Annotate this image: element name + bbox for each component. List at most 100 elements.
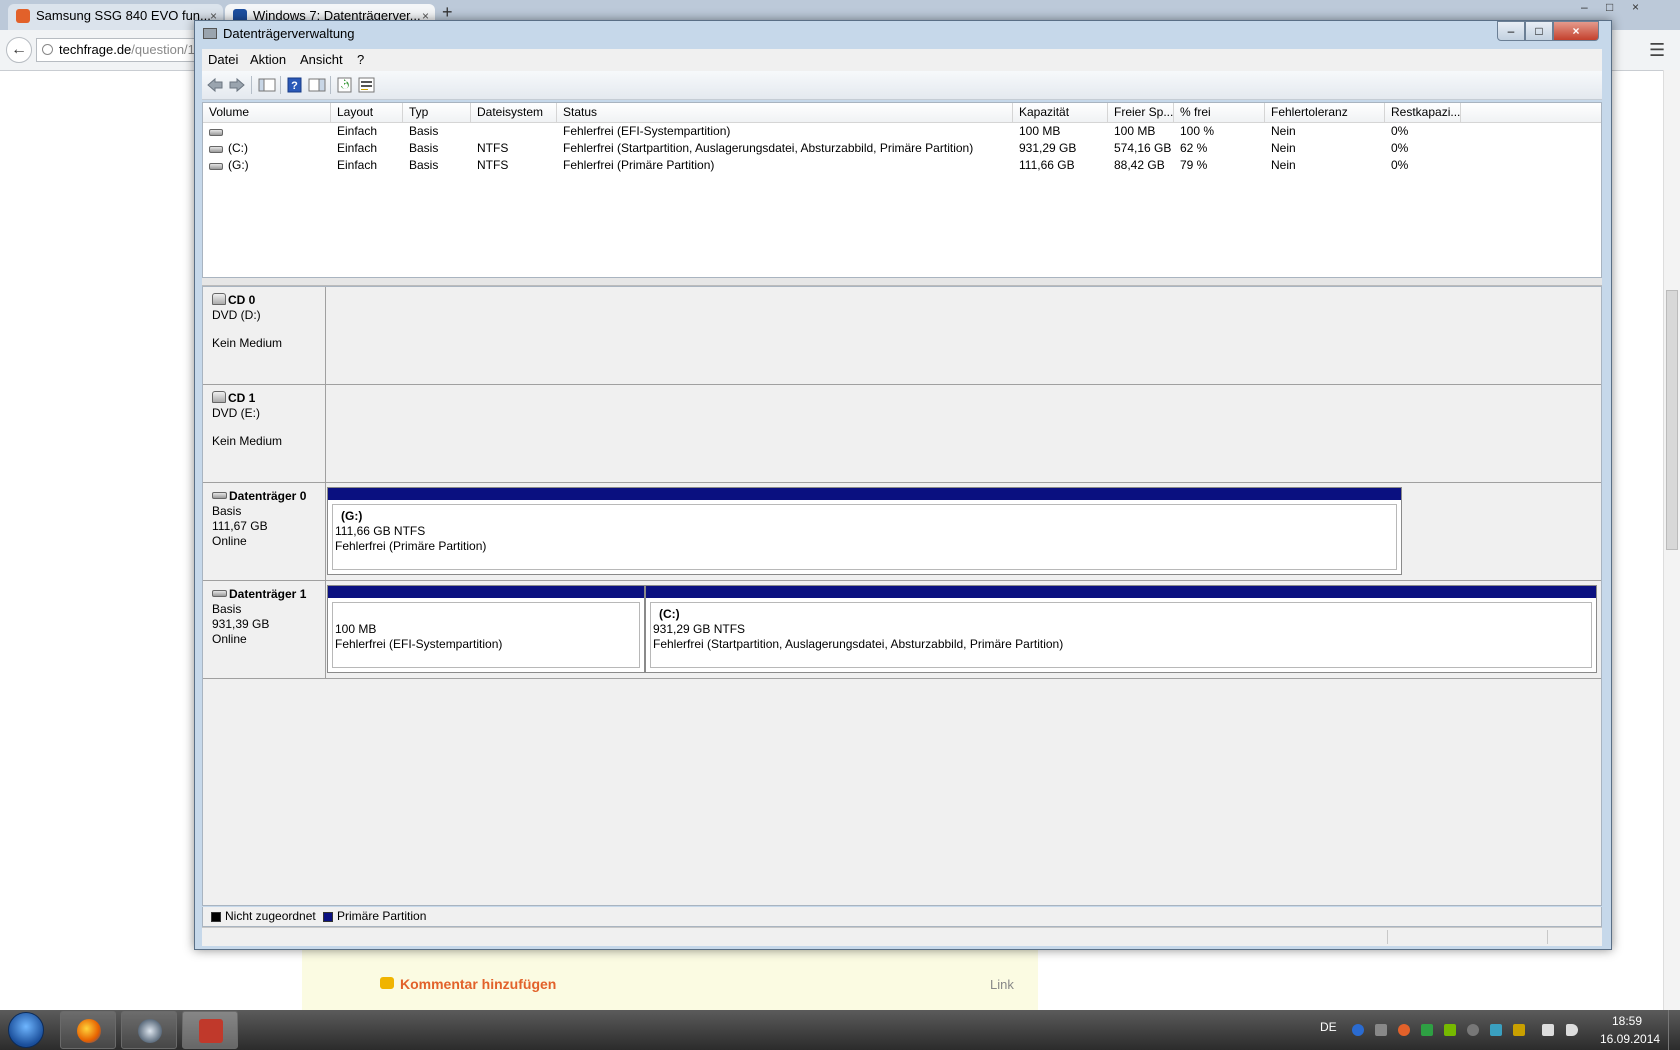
partition-body: (C:) 931,29 GB NTFS Fehlerfrei (Startpar… — [650, 602, 1592, 668]
nvidia-tray-icon[interactable] — [1444, 1024, 1456, 1036]
partition-c[interactable]: (C:) 931,29 GB NTFS Fehlerfrei (Startpar… — [645, 585, 1597, 673]
disk-area-empty — [327, 385, 1601, 482]
url-path: /question/17 — [131, 42, 203, 57]
sync-tray-icon[interactable] — [1490, 1024, 1502, 1036]
language-indicator[interactable]: DE — [1320, 1020, 1337, 1034]
filesystem-cell: NTFS — [477, 158, 509, 172]
disk-label[interactable]: Datenträger 0 Basis 111,67 GB Online — [203, 483, 326, 580]
volume-cell: (G:) — [203, 157, 331, 174]
browser-maximize-button[interactable]: □ — [1606, 0, 1613, 14]
toolbar-separator — [330, 76, 331, 94]
typ-cell: Basis — [409, 158, 439, 172]
free-space-cell: 574,16 GB — [1114, 141, 1172, 155]
back-arrow-icon[interactable] — [206, 77, 224, 93]
column-header-typ[interactable]: Typ — [403, 103, 471, 122]
percent-free-cell: 62 % — [1180, 141, 1208, 155]
column-header-prozent-frei[interactable]: % frei — [1174, 103, 1265, 122]
disk-size: 931,39 GB — [212, 617, 270, 631]
badge-tray-icon[interactable] — [1513, 1024, 1525, 1036]
menu-help[interactable]: ? — [357, 52, 364, 67]
partition-g[interactable]: (G:) 111,66 GB NTFS Fehlerfrei (Primäre … — [327, 487, 1402, 575]
disk-area-empty — [327, 287, 1601, 384]
help-icon[interactable]: ? — [286, 77, 304, 93]
settings-icon[interactable] — [358, 77, 376, 93]
permalink[interactable]: Link — [990, 977, 1014, 992]
disk-management-icon — [199, 1019, 223, 1043]
volume-row[interactable]: (C:) Einfach Basis NTFS Fehlerfrei (Star… — [203, 140, 1601, 157]
volume-icon[interactable] — [1566, 1024, 1578, 1036]
disk-label[interactable]: Datenträger 1 Basis 931,39 GB Online — [203, 581, 326, 678]
cd-drive-icon — [212, 391, 226, 403]
volume-row[interactable]: (G:) Einfach Basis NTFS Fehlerfrei (Prim… — [203, 157, 1601, 174]
g-tray-icon[interactable] — [1467, 1024, 1479, 1036]
pane-splitter[interactable] — [202, 278, 1602, 286]
column-header-restkapazitaet[interactable]: Restkapazi... — [1385, 103, 1461, 122]
column-header-volume[interactable]: Volume — [203, 103, 331, 122]
column-header-freier-speicher[interactable]: Freier Sp... — [1108, 103, 1174, 122]
start-button[interactable] — [8, 1012, 44, 1048]
volume-name: (G:) — [228, 158, 249, 172]
partition-status: Fehlerfrei (EFI-Systempartition) — [335, 637, 503, 651]
network-tray-icon[interactable] — [1352, 1024, 1364, 1036]
disk-label[interactable]: CD 0 DVD (D:) Kein Medium — [203, 287, 326, 384]
capacity-cell: 111,66 GB — [1019, 158, 1075, 172]
column-header-kapazitaet[interactable]: Kapazität — [1013, 103, 1108, 122]
disk-label[interactable]: CD 1 DVD (E:) Kein Medium — [203, 385, 326, 482]
partition-efi[interactable]: 100 MB Fehlerfrei (EFI-Systempartition) — [327, 585, 645, 673]
capacity-cell: 100 MB — [1019, 124, 1061, 138]
column-header-status[interactable]: Status — [557, 103, 1013, 122]
clock-time[interactable]: 18:59 — [1612, 1014, 1642, 1028]
disk-row-cd1: CD 1 DVD (E:) Kein Medium — [203, 385, 1601, 483]
status-separator — [1547, 930, 1548, 944]
toolbar-separator — [280, 76, 281, 94]
percent-free-cell: 79 % — [1180, 158, 1208, 172]
taskbar-app-firefox[interactable] — [60, 1011, 116, 1049]
add-comment-link[interactable]: Kommentar hinzufügen — [400, 976, 556, 992]
free-space-cell: 88,42 GB — [1114, 158, 1165, 172]
drive-icon — [209, 146, 223, 153]
action-center-icon[interactable] — [1542, 1024, 1554, 1036]
close-button[interactable]: × — [1553, 21, 1599, 41]
browser-close-button[interactable]: × — [1632, 0, 1639, 14]
browser-minimize-button[interactable]: – — [1581, 0, 1588, 14]
refresh-icon[interactable] — [336, 77, 354, 93]
browser-tab-samsung[interactable]: Samsung SSG 840 EVO fun... × — [8, 4, 223, 30]
overhead-cell: 0% — [1391, 141, 1409, 155]
show-desktop-button[interactable] — [1668, 1010, 1680, 1050]
partition-body: (G:) 111,66 GB NTFS Fehlerfrei (Primäre … — [332, 504, 1397, 570]
menu-aktion[interactable]: Aktion — [250, 52, 286, 67]
maximize-button[interactable]: □ — [1525, 21, 1553, 41]
properties-icon[interactable] — [308, 77, 326, 93]
menu-datei[interactable]: Datei — [208, 52, 238, 67]
fault-tolerance-cell: Nein — [1271, 141, 1296, 155]
back-button[interactable]: ← — [6, 37, 32, 63]
taskbar-app-disk-management[interactable] — [182, 1011, 238, 1049]
legend-label-unallocated: Nicht zugeordnet — [225, 909, 316, 923]
forward-arrow-icon[interactable] — [228, 77, 246, 93]
volume-row[interactable]: Einfach Basis Fehlerfrei (EFI-Systempart… — [203, 123, 1601, 140]
partition-status: Fehlerfrei (Primäre Partition) — [335, 539, 487, 553]
usb-tray-icon[interactable] — [1375, 1024, 1387, 1036]
minimize-button[interactable]: – — [1497, 21, 1525, 41]
url-bar[interactable]: techfrage.de/question/17 — [36, 38, 206, 62]
scrollbar-thumb[interactable] — [1666, 290, 1678, 550]
percent-free-cell: 100 % — [1180, 124, 1215, 138]
legend-swatch-primary — [323, 912, 333, 922]
page-scrollbar[interactable] — [1663, 70, 1680, 1010]
clock-date[interactable]: 16.09.2014 — [1600, 1032, 1660, 1046]
column-header-fehlertoleranz[interactable]: Fehlertoleranz — [1265, 103, 1385, 122]
media-player-icon — [138, 1019, 162, 1043]
title-bar[interactable]: Datenträgerverwaltung – □ × — [195, 21, 1611, 49]
menu-ansicht[interactable]: Ansicht — [300, 52, 343, 67]
toolbar: ? — [202, 71, 1602, 100]
app-tray-icon[interactable] — [1398, 1024, 1410, 1036]
security-tray-icon[interactable] — [1421, 1024, 1433, 1036]
fault-tolerance-cell: Nein — [1271, 124, 1296, 138]
taskbar-app-media[interactable] — [121, 1011, 177, 1049]
hamburger-icon[interactable]: ☰ — [1649, 40, 1665, 61]
comment-icon — [380, 977, 394, 989]
column-header-dateisystem[interactable]: Dateisystem — [471, 103, 557, 122]
cd-drive-icon — [212, 293, 226, 305]
column-header-layout[interactable]: Layout — [331, 103, 403, 122]
console-tree-icon[interactable] — [258, 77, 276, 93]
